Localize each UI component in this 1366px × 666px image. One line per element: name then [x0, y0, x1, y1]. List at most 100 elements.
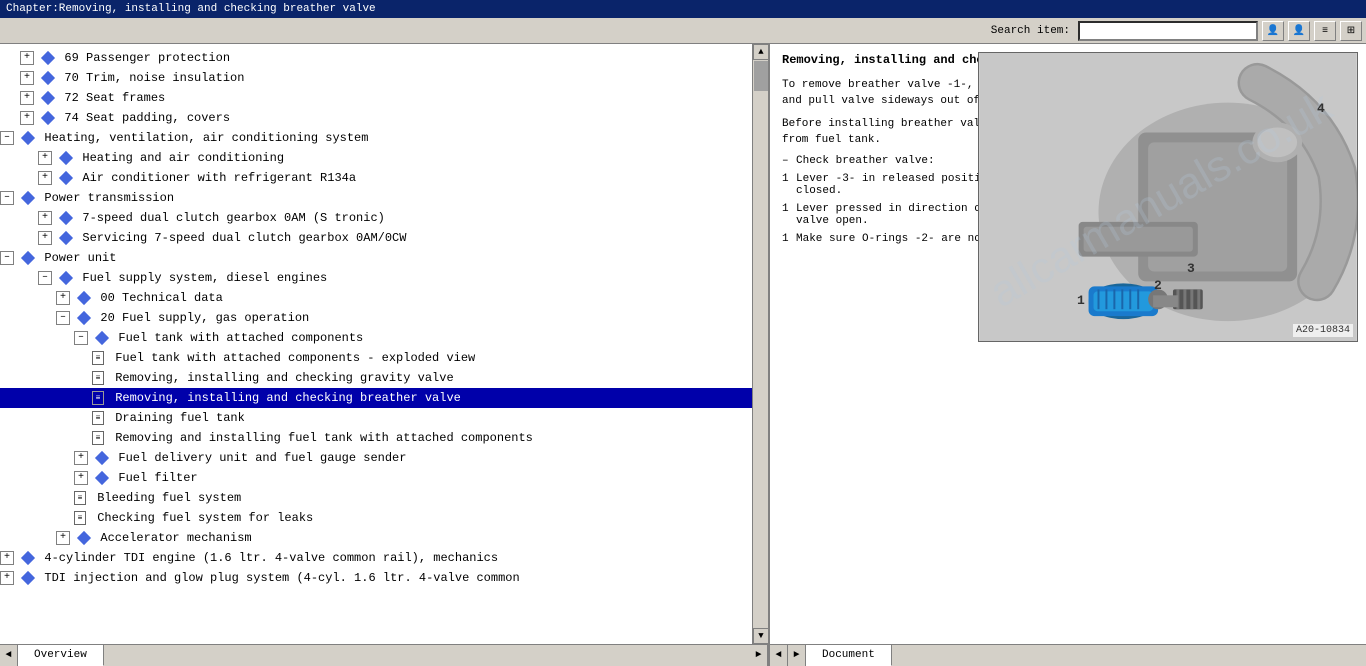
- tree-item-accel[interactable]: + Accelerator mechanism: [0, 528, 752, 548]
- tree-item-label: Bleeding fuel system: [97, 491, 241, 505]
- diamond-icon: [59, 211, 73, 225]
- toolbar-btn-menu[interactable]: ≡: [1314, 21, 1336, 41]
- tree-vscroll[interactable]: ▲ ▼: [752, 44, 768, 644]
- tree-item-gravity[interactable]: ≡ Removing, installing and checking grav…: [0, 368, 752, 388]
- doc-nav-prev[interactable]: ◄: [770, 645, 788, 666]
- tree-item-heating-ac[interactable]: + Heating and air conditioning: [0, 148, 752, 168]
- tree-item-label: 20 Fuel supply, gas operation: [100, 311, 309, 325]
- tree-item-72[interactable]: + 72 Seat frames: [0, 88, 752, 108]
- tree-item-label: Fuel tank with attached components: [118, 331, 363, 345]
- doc-icon: ≡: [92, 411, 104, 425]
- expand-icon[interactable]: +: [38, 231, 52, 245]
- tree-item-label: Removing, installing and checking breath…: [115, 391, 461, 405]
- doc-icon-selected: ≡: [92, 391, 104, 405]
- document-image: allcarmanuals.co.uk 1 2 3 4 A20-10834: [978, 52, 1358, 342]
- expand-icon[interactable]: –: [38, 271, 52, 285]
- expand-icon[interactable]: +: [0, 571, 14, 585]
- tree-item-label: 69 Passenger protection: [64, 51, 230, 65]
- expand-icon[interactable]: +: [56, 531, 70, 545]
- expand-icon[interactable]: –: [0, 191, 14, 205]
- expand-icon[interactable]: –: [74, 331, 88, 345]
- tree-item-filter[interactable]: + Fuel filter: [0, 468, 752, 488]
- tree-item-gas-op[interactable]: – 20 Fuel supply, gas operation: [0, 308, 752, 328]
- expand-icon[interactable]: +: [20, 111, 34, 125]
- expand-icon[interactable]: +: [20, 51, 34, 65]
- tree-item-label: Heating and air conditioning: [82, 151, 284, 165]
- scroll-right-btn[interactable]: ►: [750, 645, 768, 666]
- scroll-thumb[interactable]: [754, 61, 768, 91]
- scroll-up-btn[interactable]: ▲: [753, 44, 768, 60]
- tree-item-label: 00 Technical data: [100, 291, 222, 305]
- tree-item-breather[interactable]: ≡ Removing, installing and checking brea…: [0, 388, 752, 408]
- image-label-2: 2: [1154, 278, 1162, 293]
- tree-item-4cyl[interactable]: + 4-cylinder TDI engine (1.6 ltr. 4-valv…: [0, 548, 752, 568]
- tab-document[interactable]: Document: [806, 645, 892, 666]
- tree-item-fuel-supply[interactable]: – Fuel supply system, diesel engines: [0, 268, 752, 288]
- title-text: Chapter:Removing, installing and checkin…: [6, 3, 376, 15]
- image-label-3: 3: [1187, 261, 1195, 276]
- tree-item-air-cond[interactable]: + Air conditioner with refrigerant R134a: [0, 168, 752, 188]
- expand-icon[interactable]: +: [74, 471, 88, 485]
- toolbar: Search item: 👤 👤 ≡ ⊞: [0, 18, 1366, 44]
- tree-item-label: Draining fuel tank: [115, 411, 245, 425]
- tree-item-69[interactable]: + 69 Passenger protection: [0, 48, 752, 68]
- expand-icon[interactable]: +: [38, 211, 52, 225]
- diamond-icon: [59, 151, 73, 165]
- scroll-left-btn[interactable]: ◄: [0, 645, 18, 666]
- tree-item-draining[interactable]: ≡ Draining fuel tank: [0, 408, 752, 428]
- section-text: Check breather valve:: [796, 155, 935, 167]
- doc-icon: ≡: [92, 351, 104, 365]
- expand-icon[interactable]: –: [0, 251, 14, 265]
- diamond-icon: [41, 51, 55, 65]
- tree-item-label: Power transmission: [44, 191, 174, 205]
- toolbar-btn-user2[interactable]: 👤: [1288, 21, 1310, 41]
- tree-item-bleeding[interactable]: ≡ Bleeding fuel system: [0, 488, 752, 508]
- search-input[interactable]: [1078, 21, 1258, 41]
- tree-item-tdi-inject[interactable]: + TDI injection and glow plug system (4-…: [0, 568, 752, 588]
- bullet: 1: [782, 203, 796, 227]
- expand-icon[interactable]: +: [20, 71, 34, 85]
- expand-icon[interactable]: –: [56, 311, 70, 325]
- diamond-icon: [95, 451, 109, 465]
- tab-overview[interactable]: Overview: [18, 645, 104, 666]
- diamond-icon: [95, 471, 109, 485]
- bullet: 1: [782, 173, 796, 197]
- tree-item-power-unit[interactable]: – Power unit: [0, 248, 752, 268]
- tree-item-exploded[interactable]: ≡ Fuel tank with attached components - e…: [0, 348, 752, 368]
- diamond-icon: [21, 551, 35, 565]
- main-area: + 69 Passenger protection + 70 Trim, noi…: [0, 44, 1366, 644]
- folder-diamond-icon: [59, 271, 73, 285]
- tree-item-label: Fuel filter: [118, 471, 197, 485]
- expand-icon[interactable]: +: [0, 551, 14, 565]
- tree-item-delivery[interactable]: + Fuel delivery unit and fuel gauge send…: [0, 448, 752, 468]
- tree-item-label: 4-cylinder TDI engine (1.6 ltr. 4-valve …: [44, 551, 498, 565]
- expand-icon[interactable]: +: [20, 91, 34, 105]
- diagram-svg: allcarmanuals.co.uk: [979, 53, 1357, 341]
- scroll-track[interactable]: [753, 60, 768, 628]
- expand-icon[interactable]: –: [0, 131, 14, 145]
- title-bar: Chapter:Removing, installing and checkin…: [0, 0, 1366, 18]
- tree-item-power-trans[interactable]: – Power transmission: [0, 188, 752, 208]
- doc-nav-next[interactable]: ►: [788, 645, 806, 666]
- tree-item-removing-tank[interactable]: ≡ Removing and installing fuel tank with…: [0, 428, 752, 448]
- tree-item-heating[interactable]: – Heating, ventilation, air conditioning…: [0, 128, 752, 148]
- expand-icon[interactable]: +: [38, 171, 52, 185]
- tree-item-label: 74 Seat padding, covers: [64, 111, 230, 125]
- tree-item-checking-leaks[interactable]: ≡ Checking fuel system for leaks: [0, 508, 752, 528]
- tree-item-74[interactable]: + 74 Seat padding, covers: [0, 108, 752, 128]
- tree-item-gearbox-serv[interactable]: + Servicing 7-speed dual clutch gearbox …: [0, 228, 752, 248]
- tree-item-gearbox-7[interactable]: + 7-speed dual clutch gearbox 0AM (S tro…: [0, 208, 752, 228]
- toolbar-btn-grid[interactable]: ⊞: [1340, 21, 1362, 41]
- expand-icon[interactable]: +: [74, 451, 88, 465]
- status-left: ◄ Overview ►: [0, 645, 770, 666]
- tree-item-tech-data[interactable]: + 00 Technical data: [0, 288, 752, 308]
- diamond-icon: [77, 531, 91, 545]
- doc-icon: ≡: [74, 511, 86, 525]
- tree-item-fuel-tank-folder[interactable]: – Fuel tank with attached components: [0, 328, 752, 348]
- toolbar-btn-user1[interactable]: 👤: [1262, 21, 1284, 41]
- scroll-down-btn[interactable]: ▼: [753, 628, 768, 644]
- tree-item-70[interactable]: + 70 Trim, noise insulation: [0, 68, 752, 88]
- tree-scroll-area: + 69 Passenger protection + 70 Trim, noi…: [0, 44, 752, 644]
- expand-icon[interactable]: +: [56, 291, 70, 305]
- expand-icon[interactable]: +: [38, 151, 52, 165]
